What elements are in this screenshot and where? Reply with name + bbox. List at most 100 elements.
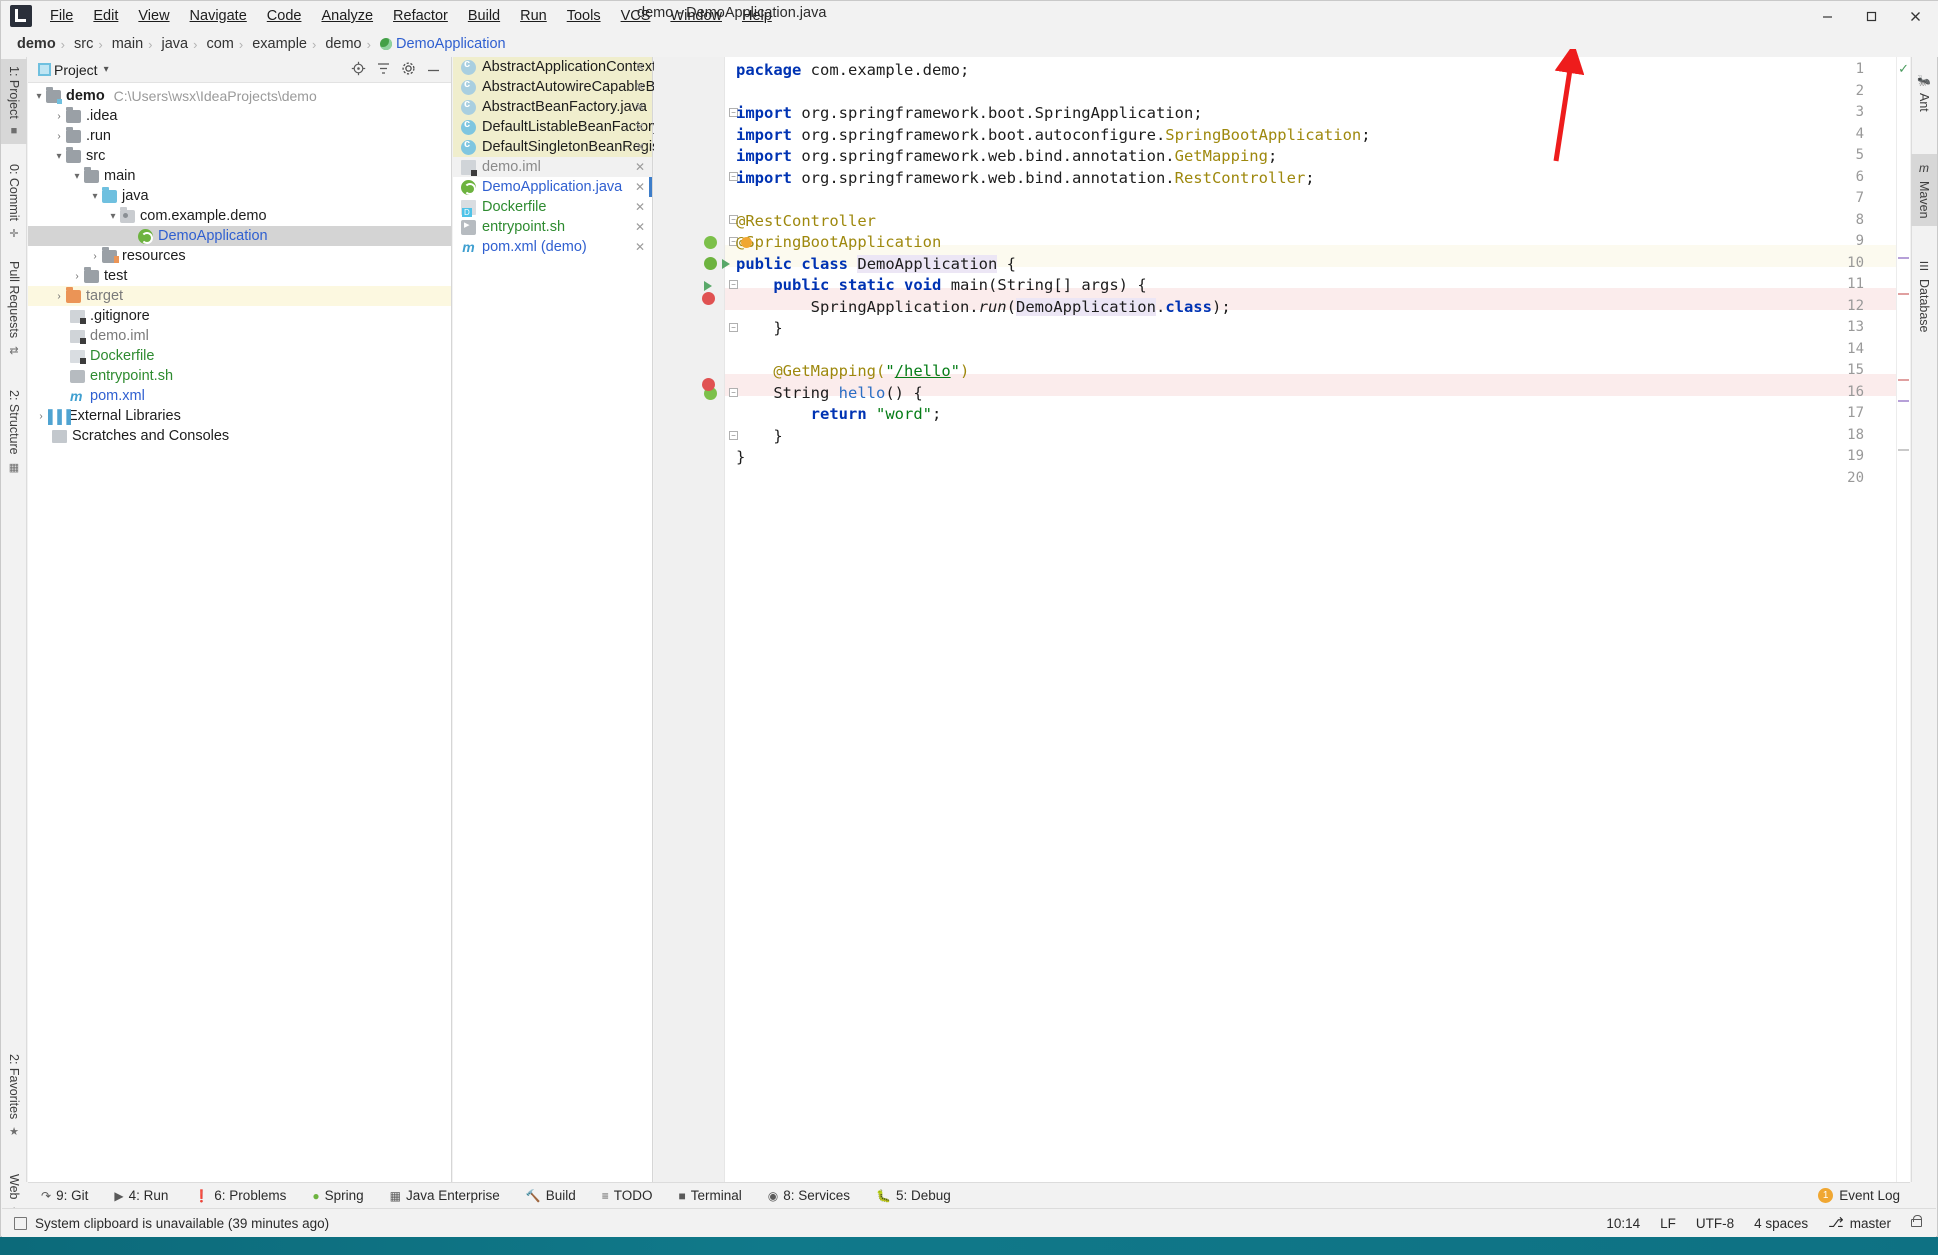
sidebar-item-project[interactable]: 1: Project ■ <box>1 59 27 144</box>
tree-node-test[interactable]: › test <box>28 266 451 286</box>
tree-node-java[interactable]: ▾ java <box>28 186 451 206</box>
sidebar-item-structure[interactable]: 2: Structure ▦ <box>1 383 27 481</box>
menu-refactor[interactable]: Refactor <box>383 5 458 27</box>
file-tab-abstractapplicationcontext[interactable]: AbstractApplicationContext.java ✕ <box>453 57 687 77</box>
chevron-down-icon[interactable]: ▾ <box>88 191 102 202</box>
menu-view[interactable]: View <box>128 5 179 27</box>
breadcrumb-src[interactable]: src <box>68 36 95 52</box>
editor-gutter[interactable] <box>654 57 724 1182</box>
indent-setting[interactable]: 4 spaces <box>1754 1216 1808 1231</box>
breadcrumb-example[interactable]: example <box>246 36 309 52</box>
bottom-tab-run[interactable]: ▶ 4: Run <box>101 1188 181 1203</box>
bottom-tab-debug[interactable]: 🐛 5: Debug <box>863 1188 964 1203</box>
tree-node-demoapplication[interactable]: DemoApplication <box>28 226 451 246</box>
tree-node-src[interactable]: ▾ src <box>28 146 451 166</box>
chevron-down-icon[interactable]: ▾ <box>104 64 109 75</box>
tree-node-idea[interactable]: › .idea <box>28 106 451 126</box>
tree-node-pom[interactable]: m pom.xml <box>28 386 451 406</box>
sidebar-item-favorites[interactable]: 2: Favorites ★ <box>1 1047 27 1145</box>
collapse-all-icon[interactable] <box>376 61 391 79</box>
bottom-tab-spring[interactable]: ● Spring <box>299 1188 376 1203</box>
file-tab-defaultsingletonbeanregistry[interactable]: DefaultSingletonBeanRegistry.java ✕ <box>453 137 705 157</box>
spring-bean-gutter-icon[interactable] <box>704 257 717 270</box>
breakpoint-marker[interactable] <box>702 378 715 391</box>
breakpoint-marker[interactable] <box>702 292 715 305</box>
tree-node-gitignore[interactable]: .gitignore <box>28 306 451 326</box>
close-icon[interactable]: ✕ <box>635 60 645 74</box>
bottom-tab-git[interactable]: ↷ 9: Git <box>28 1188 101 1203</box>
file-tab-abstractautowirecapablebeanfactory[interactable]: AbstractAutowireCapableBeanFactory.java … <box>453 77 757 97</box>
chevron-down-icon[interactable]: ▾ <box>32 91 46 102</box>
hide-panel-icon[interactable] <box>426 62 441 77</box>
tree-node-scratches[interactable]: Scratches and Consoles <box>28 426 451 446</box>
minimize-button[interactable] <box>1805 1 1849 31</box>
analysis-mark[interactable] <box>1898 400 1909 402</box>
close-icon[interactable]: ✕ <box>635 100 645 114</box>
close-icon[interactable]: ✕ <box>635 80 645 94</box>
unlock-icon[interactable] <box>1911 1215 1922 1227</box>
caret-position[interactable]: 10:14 <box>1606 1216 1640 1231</box>
chevron-right-icon[interactable]: › <box>52 291 66 302</box>
gear-icon[interactable] <box>401 61 416 79</box>
file-encoding[interactable]: UTF-8 <box>1696 1216 1734 1231</box>
file-tab-defaultlistablebeanfactory[interactable]: DefaultListableBeanFactory.java ✕ <box>453 117 690 137</box>
menu-file[interactable]: File <box>40 5 83 27</box>
tree-node-demo-iml[interactable]: demo.iml <box>28 326 451 346</box>
file-tab-pom[interactable]: m pom.xml (demo) ✕ <box>453 237 652 257</box>
analysis-mark[interactable] <box>1898 293 1909 295</box>
close-icon[interactable]: ✕ <box>635 240 645 254</box>
bottom-tab-terminal[interactable]: ■ Terminal <box>666 1188 755 1203</box>
bottom-tab-build[interactable]: 🔨 Build <box>513 1188 589 1203</box>
tree-node-main[interactable]: ▾ main <box>28 166 451 186</box>
chevron-right-icon[interactable]: › <box>70 271 84 282</box>
breadcrumb-demo-pkg[interactable]: demo <box>319 36 363 52</box>
tree-node-run[interactable]: › .run <box>28 126 451 146</box>
chevron-down-icon[interactable]: ▾ <box>106 211 120 222</box>
locate-icon[interactable] <box>351 61 366 79</box>
chevron-right-icon[interactable]: › <box>34 411 48 422</box>
chevron-down-icon[interactable]: ▾ <box>70 171 84 182</box>
chevron-down-icon[interactable]: ▾ <box>52 151 66 162</box>
code-content[interactable]: package com.example.demo; import org.spr… <box>724 57 1910 1182</box>
tree-node-package[interactable]: ▾ com.example.demo <box>28 206 451 226</box>
bottom-tab-problems[interactable]: ❗ 6: Problems <box>181 1188 299 1203</box>
analysis-marker-bar[interactable]: ✓ <box>1896 57 1910 1182</box>
sidebar-item-database[interactable]: ☰ Database <box>1911 253 1937 340</box>
close-icon[interactable]: ✕ <box>635 200 645 214</box>
breadcrumb-java[interactable]: java <box>155 36 190 52</box>
sidebar-item-commit[interactable]: 0: Commit ✛ <box>1 157 27 247</box>
code-editor[interactable]: 1 2 3 4 5 6 7 8 9 10 11 12 13 14 15 16 1… <box>654 57 1910 1182</box>
breadcrumb-com[interactable]: com <box>200 36 235 52</box>
bottom-tab-todo[interactable]: ≡ TODO <box>589 1188 666 1203</box>
spring-bean-gutter-icon[interactable] <box>704 236 717 249</box>
file-tab-demoapplication[interactable]: DemoApplication.java ✕ <box>453 177 652 197</box>
tree-node-target[interactable]: › target <box>28 286 451 306</box>
tree-node-resources[interactable]: › resources <box>28 246 451 266</box>
inspection-status-icon[interactable]: ✓ <box>1898 61 1909 77</box>
menu-analyze[interactable]: Analyze <box>311 5 383 27</box>
file-tab-dockerfile[interactable]: Dockerfile ✕ <box>453 197 652 217</box>
menu-edit[interactable]: Edit <box>83 5 128 27</box>
analysis-mark[interactable] <box>1898 379 1909 381</box>
menu-build[interactable]: Build <box>458 5 510 27</box>
maximize-button[interactable] <box>1849 1 1893 31</box>
chevron-right-icon[interactable]: › <box>52 111 66 122</box>
sidebar-item-ant[interactable]: 🐜 Ant <box>1911 67 1937 119</box>
menu-run[interactable]: Run <box>510 5 557 27</box>
analysis-mark[interactable] <box>1898 257 1909 259</box>
file-tab-demo-iml[interactable]: demo.iml ✕ <box>453 157 652 177</box>
chevron-right-icon[interactable]: › <box>88 251 102 262</box>
analysis-mark[interactable] <box>1898 449 1909 451</box>
event-log-button[interactable]: 1 Event Log <box>1818 1188 1900 1203</box>
sidebar-item-pull-requests[interactable]: Pull Requests ⇄ <box>1 254 27 364</box>
file-tab-entrypoint[interactable]: entrypoint.sh ✕ <box>453 217 652 237</box>
line-separator[interactable]: LF <box>1660 1216 1676 1231</box>
tree-node-external-libraries[interactable]: › ▌▌▌ External Libraries <box>28 406 451 426</box>
close-icon[interactable]: ✕ <box>635 120 645 134</box>
bottom-tab-services[interactable]: ◉ 8: Services <box>755 1188 863 1203</box>
breadcrumb-demo[interactable]: demo <box>11 36 58 52</box>
breadcrumb-demoapplication[interactable]: DemoApplication <box>374 36 508 52</box>
close-icon[interactable]: ✕ <box>635 140 645 154</box>
close-icon[interactable]: ✕ <box>635 220 645 234</box>
run-main-gutter-icon[interactable] <box>704 281 712 291</box>
